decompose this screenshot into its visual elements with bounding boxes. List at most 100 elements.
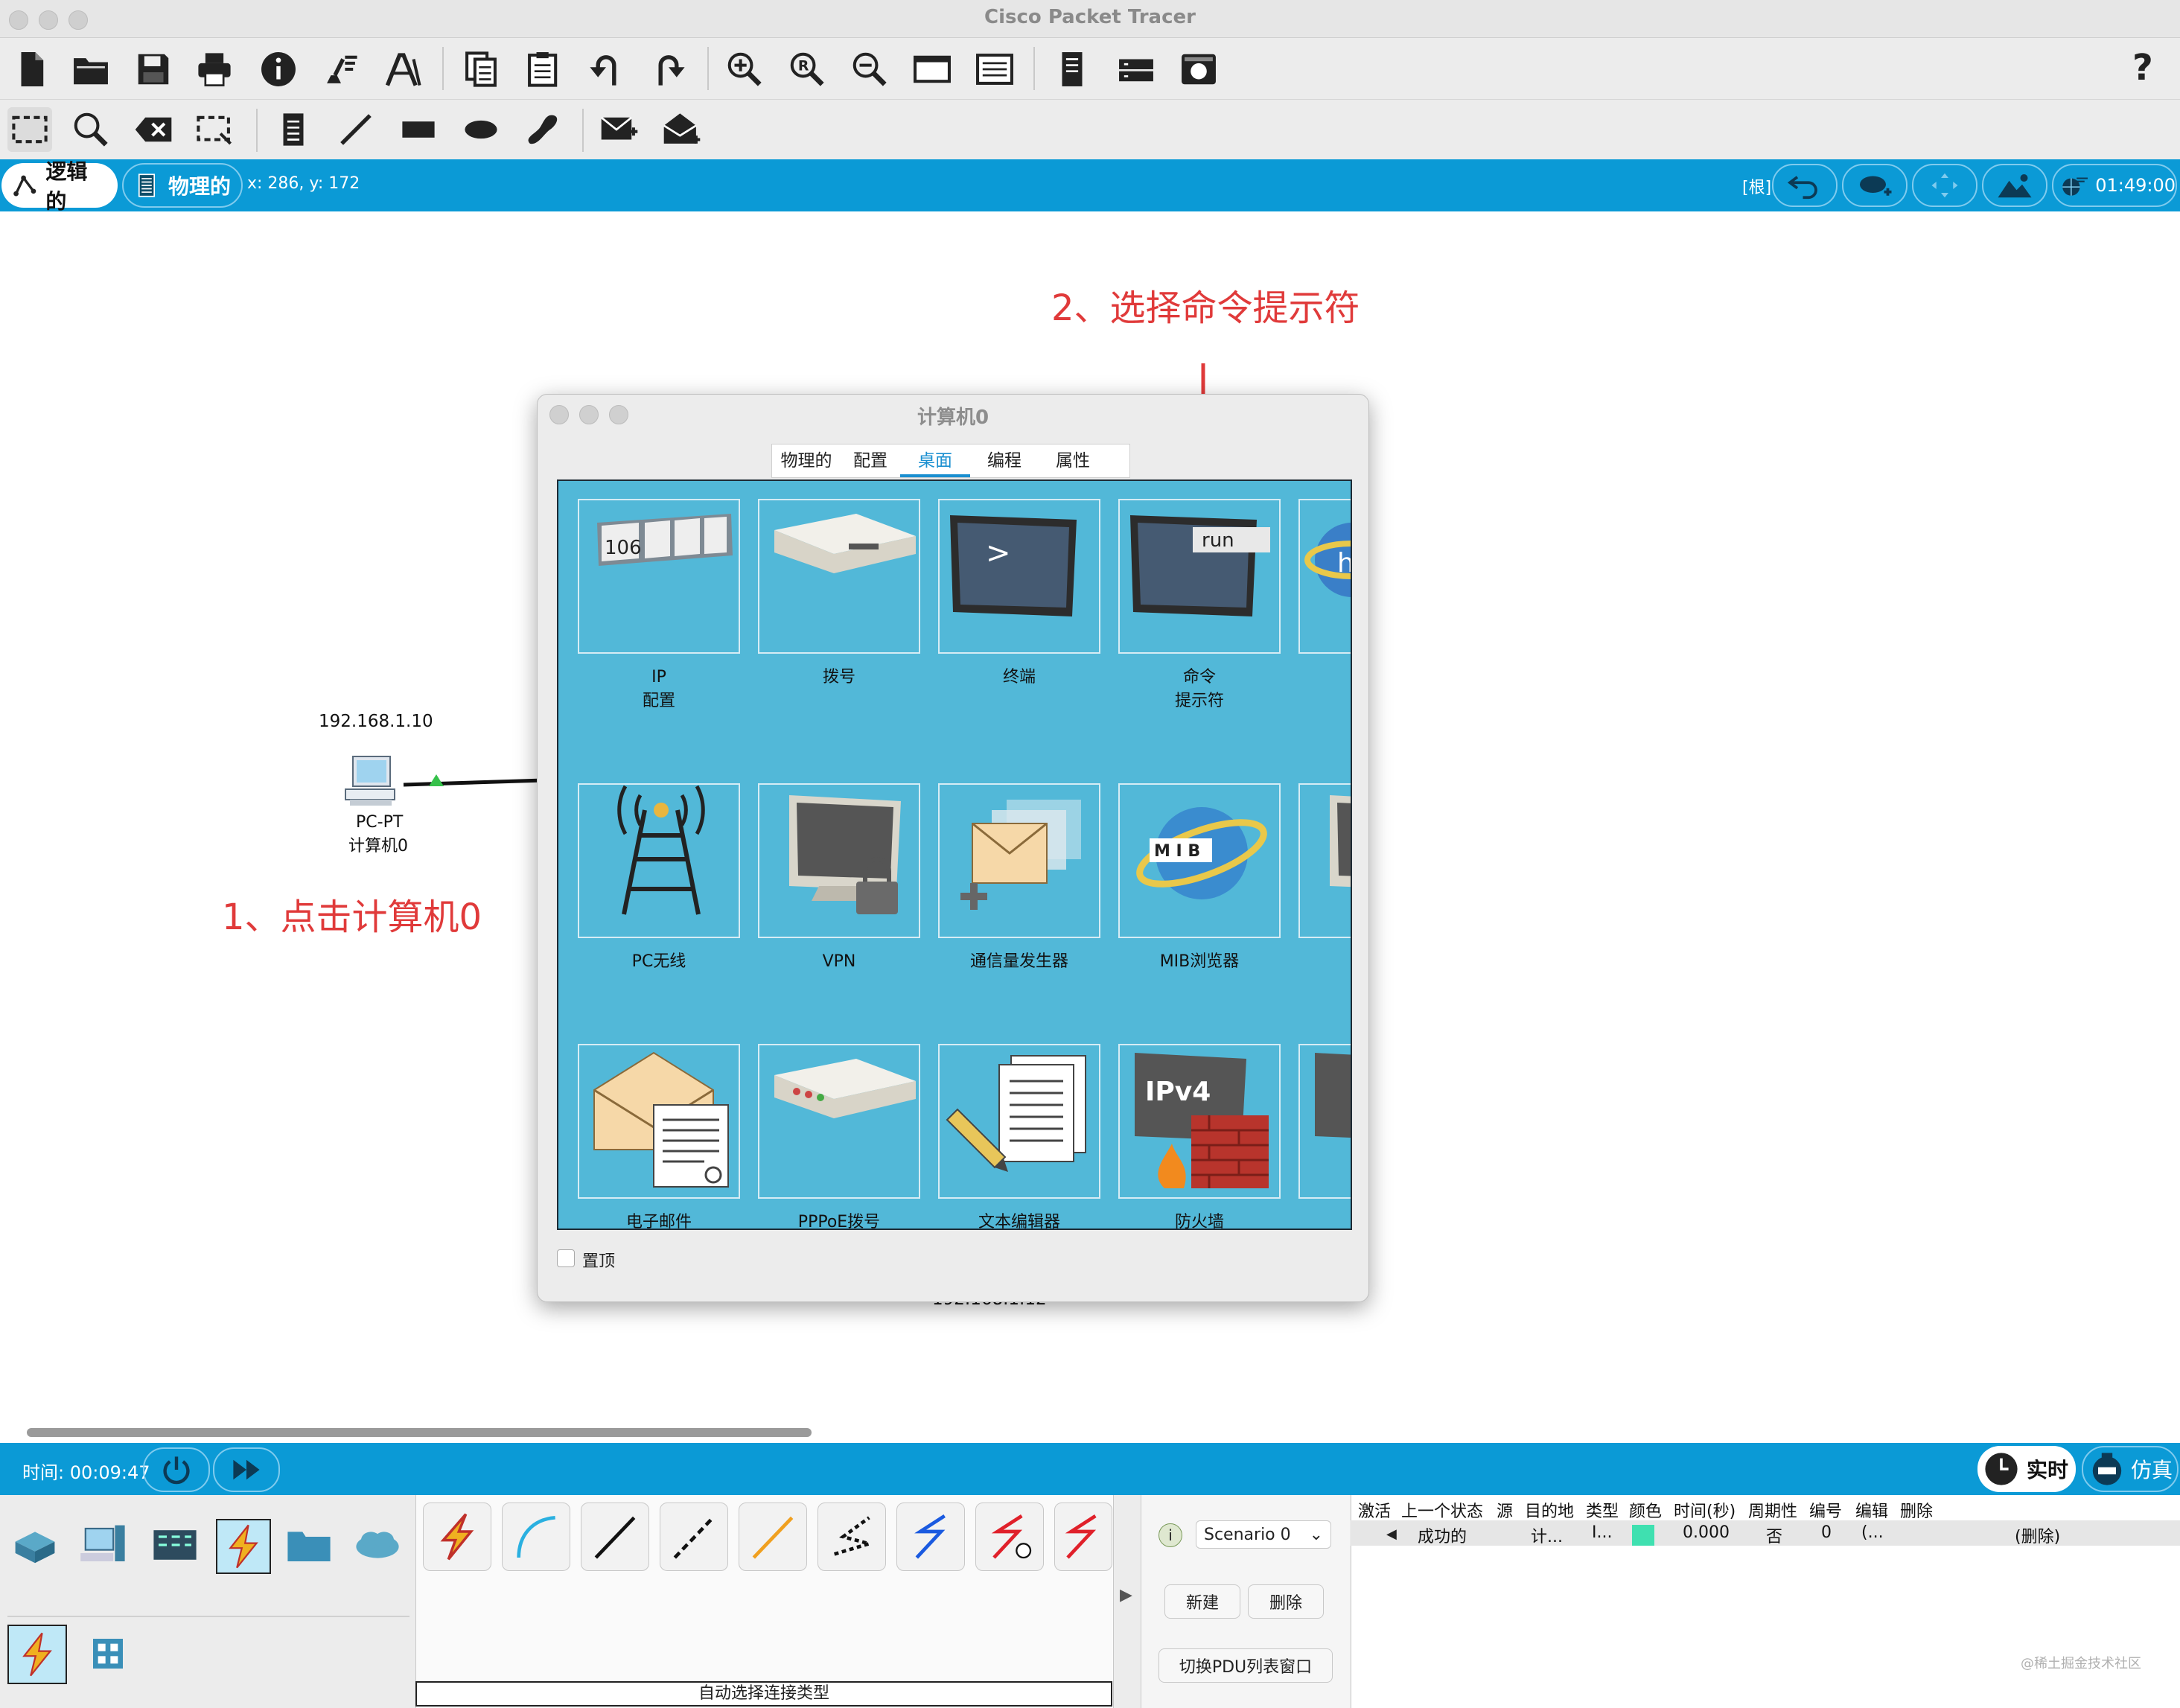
custom-device-icon[interactable] xyxy=(381,47,426,92)
app-ipv6-firewall[interactable]: IP xyxy=(1298,1044,1351,1229)
pdu-col-periodic[interactable]: 周期性 xyxy=(1748,1498,1797,1522)
tab-programming[interactable]: 编程 xyxy=(970,444,1039,477)
multiuser-cloud-icon[interactable] xyxy=(351,1519,404,1571)
device-template-icon[interactable] xyxy=(1114,47,1158,92)
new-cluster-button[interactable] xyxy=(1842,164,1908,207)
connections-subtype-icon[interactable] xyxy=(7,1625,67,1684)
grid-view-icon[interactable] xyxy=(82,1628,134,1680)
place-note-icon[interactable] xyxy=(271,107,316,152)
help-button[interactable]: ? xyxy=(2132,47,2153,89)
select-icon[interactable] xyxy=(7,107,52,152)
zoom-out-icon[interactable] xyxy=(847,47,892,92)
pdu-col-active[interactable]: 激活 xyxy=(1358,1498,1391,1522)
tab-physical-config[interactable]: 物理的 xyxy=(772,444,841,477)
tab-config[interactable]: 配置 xyxy=(841,444,900,477)
app-dialup[interactable]: 拨号 xyxy=(758,499,938,689)
copy-icon[interactable] xyxy=(459,47,503,92)
move-object-button[interactable] xyxy=(1912,164,1977,207)
toggle-pdu-list-button[interactable]: 切换PDU列表窗口 xyxy=(1158,1648,1333,1683)
drawing-palette-icon[interactable] xyxy=(910,47,954,92)
crossover-cable-icon[interactable] xyxy=(660,1503,728,1571)
canvas-horizontal-scrollbar[interactable] xyxy=(27,1428,812,1437)
miscellaneous-folder-icon[interactable] xyxy=(283,1519,335,1571)
paste-icon[interactable] xyxy=(521,47,566,92)
always-on-top-checkbox[interactable] xyxy=(557,1249,575,1267)
scenario-info-icon[interactable]: i xyxy=(1158,1523,1182,1547)
serial-dce-cable-icon[interactable] xyxy=(975,1503,1044,1571)
pdu-col-type[interactable]: 类型 xyxy=(1586,1498,1619,1522)
expand-panel-arrow[interactable]: ▶ xyxy=(1120,1586,1132,1605)
network-devices-icon[interactable] xyxy=(9,1519,61,1571)
tab-desktop[interactable]: 桌面 xyxy=(900,444,970,477)
app-text-editor[interactable]: 文本编辑器 xyxy=(938,1044,1118,1229)
auto-connection-icon[interactable] xyxy=(423,1503,491,1571)
add-complex-pdu-icon[interactable] xyxy=(660,107,704,152)
freeform-icon[interactable] xyxy=(520,107,564,152)
power-cycle-button[interactable] xyxy=(143,1447,210,1492)
end-devices-icon[interactable] xyxy=(77,1519,130,1571)
custom-devices-dialog-icon[interactable] xyxy=(972,47,1017,92)
app-cisco-ip-communicator[interactable]: Ci xyxy=(1298,783,1351,974)
delete-icon[interactable] xyxy=(131,107,176,152)
physical-view-icon[interactable] xyxy=(1176,47,1221,92)
app-traffic-generator[interactable]: 通信量发生器 xyxy=(938,783,1118,974)
pdu-delete[interactable]: (删除) xyxy=(2015,1523,2060,1547)
viewport-clock-button[interactable]: 01:49:00 xyxy=(2052,164,2177,207)
app-pc-wireless[interactable]: PC无线 xyxy=(578,783,758,974)
straight-through-cable-icon[interactable] xyxy=(581,1503,649,1571)
tab-logical[interactable]: 逻辑的 xyxy=(1,159,118,214)
new-file-icon[interactable] xyxy=(9,47,54,92)
console-cable-icon[interactable] xyxy=(502,1503,570,1571)
app-terminal[interactable]: > 终端 xyxy=(938,499,1118,689)
app-mib-browser[interactable]: M I B MIB浏览器 xyxy=(1118,783,1298,974)
draw-line-icon[interactable] xyxy=(334,107,378,152)
pdu-col-last-status[interactable]: 上一个状态 xyxy=(1401,1498,1483,1522)
fiber-cable-icon[interactable] xyxy=(739,1503,807,1571)
inspect-icon[interactable] xyxy=(68,107,113,152)
zoom-reset-icon[interactable]: R xyxy=(785,47,829,92)
info-icon[interactable] xyxy=(256,47,301,92)
pdu-col-edit[interactable]: 编辑 xyxy=(1855,1498,1888,1522)
fast-forward-button[interactable] xyxy=(213,1447,280,1492)
undo-icon[interactable] xyxy=(584,47,628,92)
connections-category-icon[interactable] xyxy=(216,1519,271,1574)
pdu-col-source[interactable]: 源 xyxy=(1497,1498,1513,1522)
delete-scenario-button[interactable]: 删除 xyxy=(1248,1584,1324,1619)
activity-wizard-icon[interactable] xyxy=(319,47,363,92)
app-command-prompt[interactable]: run 命令 提示符 xyxy=(1118,499,1298,713)
app-email[interactable]: 电子邮件 xyxy=(578,1044,758,1229)
app-firewall[interactable]: IPv4 防火墙 xyxy=(1118,1044,1298,1229)
draw-rectangle-icon[interactable] xyxy=(396,107,441,152)
phone-cable-icon[interactable] xyxy=(818,1503,886,1571)
row-active-indicator[interactable]: ◀ xyxy=(1386,1526,1397,1542)
root-breadcrumb[interactable]: [根] xyxy=(1742,174,1771,198)
simulation-mode-button[interactable]: 仿真 xyxy=(2082,1446,2179,1492)
pdu-edit[interactable]: (... xyxy=(1861,1523,1884,1542)
app-pppoe-dialer[interactable]: PPPoE拨号 xyxy=(758,1044,938,1229)
pc-device-icon[interactable] xyxy=(344,755,404,809)
save-icon[interactable] xyxy=(131,47,176,92)
tab-physical[interactable]: 物理的 xyxy=(122,163,243,208)
components-icon[interactable] xyxy=(149,1519,201,1571)
tab-attributes[interactable]: 属性 xyxy=(1039,444,1107,477)
app-ip-config[interactable]: 106 IP 配置 xyxy=(578,499,758,713)
app-web-browser[interactable]: h 网 xyxy=(1298,499,1351,689)
app-vpn[interactable]: VPN xyxy=(758,783,938,974)
set-background-button[interactable] xyxy=(1982,164,2047,207)
network-link[interactable] xyxy=(402,770,544,792)
pdu-col-destination[interactable]: 目的地 xyxy=(1525,1498,1574,1522)
add-simple-pdu-icon[interactable] xyxy=(597,107,642,152)
draw-ellipse-icon[interactable] xyxy=(459,107,503,152)
pdu-col-num[interactable]: 编号 xyxy=(1809,1498,1842,1522)
scenario-select[interactable]: Scenario 0 ⌄ xyxy=(1196,1520,1331,1549)
open-folder-icon[interactable] xyxy=(68,47,113,92)
coaxial-cable-icon[interactable] xyxy=(896,1503,965,1571)
realtime-mode-button[interactable]: 实时 xyxy=(1977,1446,2076,1492)
print-icon[interactable] xyxy=(192,47,237,92)
new-scenario-button[interactable]: 新建 xyxy=(1164,1584,1240,1619)
resize-shape-icon[interactable] xyxy=(192,107,237,152)
zoom-in-icon[interactable] xyxy=(722,47,767,92)
back-button[interactable] xyxy=(1772,164,1838,207)
cluster-icon[interactable] xyxy=(1050,47,1094,92)
pdu-col-color[interactable]: 颜色 xyxy=(1629,1498,1662,1522)
